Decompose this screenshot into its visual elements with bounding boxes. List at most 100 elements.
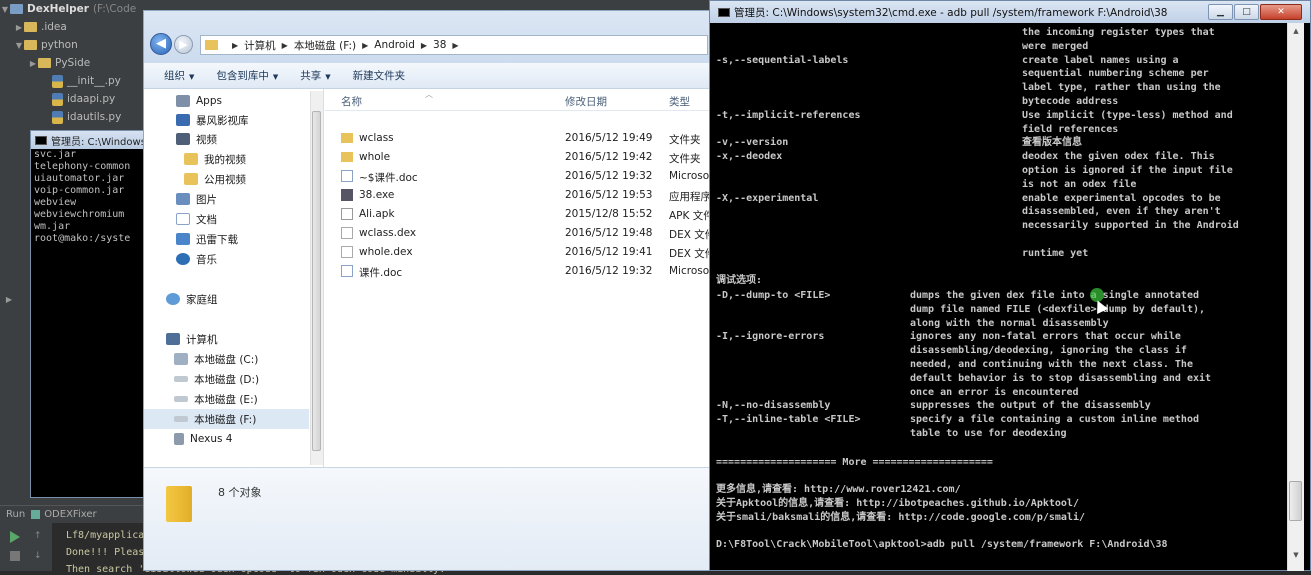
run-toolbar: ↑ ↓ — [0, 523, 52, 571]
column-date[interactable]: 修改日期 — [565, 94, 607, 109]
tree-item-project[interactable]: ▼ DexHelper (F:\Code — [0, 0, 145, 18]
folder-icon — [184, 153, 198, 165]
down-arrow-icon[interactable]: ↓ — [34, 551, 44, 561]
nav-item-disk-c[interactable]: 本地磁盘 (C:) — [144, 349, 258, 369]
folder-icon — [166, 486, 192, 522]
forward-button[interactable]: ▶ — [174, 35, 193, 54]
cmd-line: -D,--dump-to <FILE> — [716, 290, 831, 301]
cmd-title: 管理员: C:\Windows\system32\cmd.exe - adb p… — [734, 6, 1168, 19]
file-name: wclass — [359, 132, 394, 144]
library-icon — [176, 114, 190, 126]
nav-item-nexus[interactable]: Nexus 4 — [144, 429, 233, 449]
nav-label: 视频 — [196, 133, 217, 146]
cmd-line: disassembled, even if they aren't — [1022, 206, 1221, 218]
nav-item-public-videos[interactable]: 公用视频 — [144, 169, 246, 189]
disk-icon — [174, 353, 188, 365]
breadcrumb-android[interactable]: Android — [374, 39, 415, 51]
tree-item-python[interactable]: ▼ python — [0, 36, 78, 54]
file-row[interactable]: 课件.doc 2016/5/12 19:32 Microso — [325, 262, 710, 281]
breadcrumb-38[interactable]: 38 — [433, 39, 446, 51]
file-row[interactable]: 38.exe 2016/5/12 19:53 应用程序 — [325, 186, 711, 205]
stop-icon[interactable] — [10, 551, 20, 561]
nav-item-disk-f[interactable]: 本地磁盘 (F:) — [144, 409, 309, 429]
nav-label: 本地磁盘 (C:) — [194, 353, 259, 366]
breadcrumb-computer[interactable]: 计算机 — [244, 38, 276, 53]
address-bar[interactable]: ▶ 计算机 ▶ 本地磁盘 (F:) ▶ Android ▶ 38 ▶ — [200, 35, 708, 55]
cmd-line: Use implicit (type-less) method and — [1022, 109, 1233, 121]
cmd-line: ignores any non-fatal errors that occur … — [910, 331, 1181, 343]
nav-item-disk-e[interactable]: 本地磁盘 (E:) — [144, 389, 258, 409]
nav-item-videos[interactable]: 视频 — [144, 129, 217, 149]
up-arrow-icon[interactable]: ↑ — [34, 531, 44, 541]
python-file-icon — [52, 110, 63, 124]
share-button[interactable]: 共享 ▼ — [300, 68, 330, 83]
nav-item-apps[interactable]: Apps — [144, 91, 222, 111]
file-list: 名称 ︿ 修改日期 类型 wclass 2016/5/12 19:49 文件夹 who… — [325, 89, 715, 467]
organize-button[interactable]: 组织 ▼ — [164, 68, 194, 83]
nav-item-homegroup[interactable]: 家庭组 — [144, 289, 218, 309]
file-row[interactable]: wclass.dex 2016/5/12 19:48 DEX 文件 — [325, 224, 715, 243]
nav-label: Apps — [196, 95, 222, 107]
run-config-label: ODEXFixer — [44, 509, 97, 520]
window-controls: ▁ □ ✕ — [1207, 4, 1302, 20]
file-row[interactable]: whole 2016/5/12 19:42 文件夹 — [325, 148, 710, 167]
chevron-right-icon: ▶ — [29, 58, 37, 68]
nav-label: 家庭组 — [186, 293, 218, 306]
video-icon — [176, 133, 190, 145]
include-library-button[interactable]: 包含到库中 ▼ — [216, 68, 278, 83]
nav-label: 我的视频 — [204, 153, 246, 166]
folder-icon — [341, 152, 353, 162]
column-name[interactable]: 名称 — [341, 94, 362, 109]
cmd-line: -I,--ignore-errors — [716, 331, 825, 343]
tree-item-pyside[interactable]: ▶ PySide — [0, 54, 90, 72]
cmd-scroll-thumb[interactable] — [1289, 481, 1302, 521]
maximize-button[interactable]: □ — [1234, 4, 1259, 20]
small-cmd-title: 管理员: C:\Windows — [51, 136, 146, 148]
gutter-arrow[interactable]: ▶ — [0, 290, 14, 308]
tree-item-idautils[interactable]: idautils.py — [0, 108, 121, 126]
breadcrumb-disk-f[interactable]: 本地磁盘 (F:) — [294, 38, 356, 53]
nav-item-computer[interactable]: 计算机 — [144, 329, 218, 349]
column-type[interactable]: 类型 — [669, 94, 690, 109]
new-folder-button[interactable]: 新建文件夹 — [353, 68, 406, 83]
cmd-line: runtime yet — [1022, 247, 1089, 259]
scroll-up-icon[interactable]: ▲ — [1290, 27, 1302, 39]
file-name: whole — [359, 151, 391, 163]
nav-item-documents[interactable]: 文档 — [144, 209, 217, 229]
explorer-window[interactable]: ◀ ▶ ▶ 计算机 ▶ 本地磁盘 (F:) ▶ Android ▶ 38 ▶ 组… — [143, 10, 715, 571]
dropdown-icon: ▼ — [325, 73, 331, 81]
tree-item-label: python — [41, 39, 78, 51]
nav-item-pictures[interactable]: 图片 — [144, 189, 217, 209]
small-cmd-window[interactable]: 管理员: C:\Windows svc.jar telephony-common… — [30, 130, 150, 498]
nav-label: Nexus 4 — [190, 433, 233, 445]
nav-label: 本地磁盘 (F:) — [194, 413, 257, 426]
nav-item-downloads[interactable]: 迅雷下载 — [144, 229, 238, 249]
nav-item-my-videos[interactable]: 我的视频 — [144, 149, 246, 169]
tree-item-idea[interactable]: ▶ .idea — [0, 18, 67, 36]
file-date: 2016/5/12 19:48 — [565, 227, 653, 239]
file-row[interactable]: ~$课件.doc 2016/5/12 19:32 Microso — [325, 167, 710, 186]
chevron-right-icon: ▶ — [452, 40, 459, 50]
file-row[interactable]: Ali.apk 2015/12/8 15:52 APK 文件 — [325, 205, 714, 224]
cmd-line: along with the normal disassembly — [910, 317, 1109, 329]
file-row[interactable]: wclass 2016/5/12 19:49 文件夹 — [325, 129, 710, 148]
nav-item-disk-d[interactable]: 本地磁盘 (D:) — [144, 369, 259, 389]
minimize-button[interactable]: ▁ — [1208, 4, 1233, 20]
file-name: wclass.dex — [359, 227, 417, 239]
folder-icon — [38, 58, 51, 68]
nav-scroll-thumb[interactable] — [312, 111, 321, 451]
small-cmd-titlebar[interactable]: 管理员: C:\Windows — [31, 131, 149, 149]
cmd-line: -X,--experimental — [716, 192, 819, 204]
nav-item-music[interactable]: 音乐 — [144, 249, 217, 269]
column-header: 名称 ︿ 修改日期 类型 — [325, 89, 710, 111]
cmd-window[interactable]: 管理员: C:\Windows\system32\cmd.exe - adb p… — [709, 0, 1311, 571]
file-row[interactable]: whole.dex 2016/5/12 19:41 DEX 文件 — [325, 243, 715, 262]
chevron-right-icon: ▶ — [420, 40, 428, 50]
back-button[interactable]: ◀ — [150, 33, 172, 55]
close-button[interactable]: ✕ — [1260, 4, 1302, 20]
play-icon[interactable] — [10, 531, 20, 543]
scroll-down-icon[interactable]: ▼ — [1290, 551, 1302, 563]
tree-item-init[interactable]: __init__.py — [0, 72, 121, 90]
nav-item-video-library[interactable]: 暴风影视库 — [144, 110, 249, 130]
tree-item-idaapi[interactable]: idaapi.py — [0, 90, 115, 108]
